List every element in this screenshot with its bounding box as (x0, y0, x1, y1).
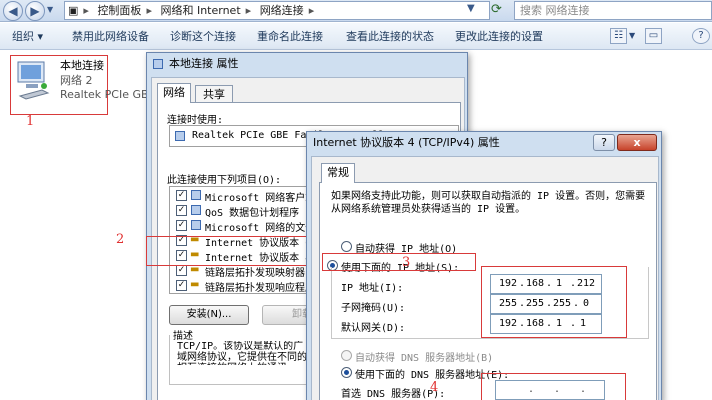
highlight-dns-fields (481, 373, 626, 400)
auto-ip-radio[interactable] (341, 241, 352, 252)
install-button[interactable]: 安装(N)... (169, 305, 249, 325)
refresh-icon[interactable]: ⟳ (491, 2, 502, 17)
subnet-mask-label: 子网掩码(U): (341, 303, 406, 314)
qos-icon (191, 205, 201, 215)
view-options-icon[interactable]: ☷ (610, 28, 627, 44)
rename-button[interactable]: 重命名此连接 (257, 23, 323, 50)
highlight-ipv4-item (146, 236, 308, 266)
annotation-2: 2 (116, 232, 125, 247)
breadcrumb[interactable]: ▣ ▸ 控制面板 ▸ 网络和 Internet ▸ 网络连接 ▸ (64, 1, 490, 20)
annotation-1: 1 (26, 114, 35, 129)
client-icon (191, 190, 201, 200)
back-arrow-icon: ◀ (8, 4, 18, 18)
props-dialog-title: 本地连接 属性 (169, 57, 239, 70)
file-share-icon (191, 220, 201, 230)
list-item[interactable]: 链路层拓扑发现响应程序 (205, 279, 315, 293)
item-checkbox[interactable]: ✓ (176, 265, 187, 276)
recent-pages-dropdown-icon[interactable]: ▼ (47, 5, 53, 14)
network-props-icon (153, 59, 163, 69)
help-button[interactable]: ? (593, 134, 615, 151)
disable-device-button[interactable]: 禁用此网络设备 (72, 23, 149, 50)
view-status-button[interactable]: 查看此连接的状态 (346, 23, 434, 50)
view-dropdown-icon[interactable]: ▼ (629, 31, 635, 40)
search-input[interactable]: 搜索 网络连接 (514, 1, 712, 20)
item-checkbox[interactable]: ✓ (176, 190, 187, 201)
diagnose-button[interactable]: 诊断这个连接 (170, 23, 236, 50)
tab-general[interactable]: 常规 (321, 163, 355, 183)
protocol-icon: ▬ (190, 279, 200, 290)
adapter-icon (175, 131, 185, 141)
item-checkbox[interactable]: ✓ (176, 220, 187, 231)
ip-address-label: IP 地址(I): (341, 283, 404, 294)
breadcrumb-network-internet[interactable]: 网络和 Internet (157, 2, 243, 19)
list-item[interactable]: QoS 数据包计划程序 (205, 204, 299, 219)
description-text: TCP/IP。该协议是默认的广域网络协议，它提供在不同的相互连接的网络上的通讯。 (177, 341, 307, 365)
connect-using-label: 连接时使用: (167, 115, 224, 126)
tab-network[interactable]: 网络 (157, 83, 191, 103)
items-label: 此连接使用下列项目(O): (167, 175, 282, 186)
connection-device: Realtek PCIe GBE (60, 88, 156, 101)
breadcrumb-network-connections[interactable]: 网络连接 (257, 2, 307, 19)
use-dns-radio[interactable] (341, 367, 352, 378)
network-adapter-icon (17, 61, 50, 100)
item-checkbox[interactable]: ✓ (176, 280, 187, 291)
gateway-label: 默认网关(D): (341, 323, 406, 334)
change-settings-button[interactable]: 更改此连接的设置 (455, 23, 543, 50)
folder-icon: ▣ (68, 4, 79, 17)
forward-arrow-icon: ▶ (30, 4, 40, 18)
list-item[interactable]: Microsoft 网络客户端 (205, 189, 315, 204)
breadcrumb-control-panel[interactable]: 控制面板 (94, 2, 144, 19)
forward-button[interactable]: ▶ (25, 1, 45, 21)
command-bar: 组织 ▾ 禁用此网络设备 诊断这个连接 重命名此连接 查看此连接的状态 更改此连… (0, 23, 712, 50)
highlight-use-ip (322, 253, 476, 271)
intro-text: 如果网络支持此功能，则可以获取自动指派的 IP 设置。否则，您需要从网络系统管理… (331, 191, 646, 215)
organize-menu[interactable]: 组织 ▾ (12, 23, 43, 50)
connection-name: 本地连接 (60, 59, 104, 72)
auto-dns-label: 自动获得 DNS 服务器地址(B) (355, 353, 494, 364)
address-dropdown-icon[interactable]: ▼ (467, 3, 475, 14)
back-button[interactable]: ◀ (3, 1, 23, 21)
item-checkbox[interactable]: ✓ (176, 205, 187, 216)
tab-share[interactable]: 共享 (195, 85, 233, 103)
highlight-ip-fields (481, 266, 627, 338)
annotation-4: 4 (430, 380, 439, 395)
auto-dns-radio[interactable] (341, 350, 352, 361)
preview-pane-icon[interactable]: ▭ (645, 28, 662, 44)
close-button[interactable]: x (617, 134, 657, 151)
connection-network: 网络 2 (60, 74, 93, 87)
help-icon[interactable]: ? (692, 28, 710, 44)
